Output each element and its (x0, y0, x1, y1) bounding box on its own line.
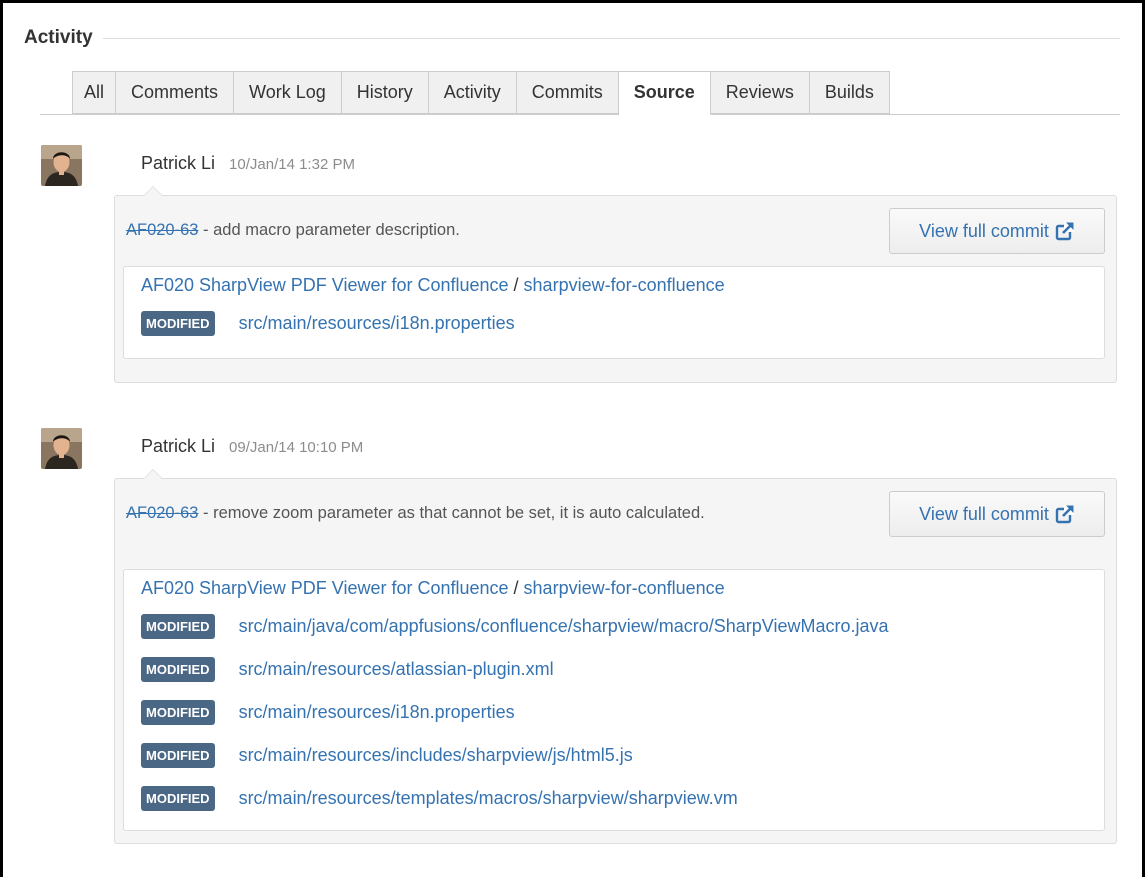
external-link-icon (1055, 222, 1074, 241)
issue-link[interactable]: AF020-63 (126, 504, 198, 522)
commit-timestamp: 10/Jan/14 1:32 PM (229, 156, 355, 173)
commit-message-text: - add macro parameter description. (198, 221, 460, 239)
commit-timestamp: 09/Jan/14 10:10 PM (229, 439, 364, 456)
repository-link[interactable]: AF020 SharpView PDF Viewer for Confluenc… (141, 275, 509, 295)
file-link[interactable]: src/main/java/com/appfusions/confluence/… (239, 616, 889, 637)
tab-reviews[interactable]: Reviews (710, 71, 810, 114)
changeset-panel: AF020 SharpView PDF Viewer for Confluenc… (123, 266, 1105, 359)
view-full-commit-button[interactable]: View full commit (889, 491, 1105, 537)
file-link[interactable]: src/main/resources/atlassian-plugin.xml (239, 659, 554, 680)
tab-history[interactable]: History (341, 71, 429, 114)
commit-message: AF020-63 - add macro parameter descripti… (126, 218, 786, 243)
repo-separator: / (508, 275, 524, 295)
changed-file-row: MODIFIED src/main/resources/i18n.propert… (141, 700, 515, 725)
section-title: Activity (24, 27, 93, 48)
repository-link[interactable]: AF020 SharpView PDF Viewer for Confluenc… (141, 578, 509, 598)
tab-work-log[interactable]: Work Log (234, 71, 342, 114)
header-divider (102, 37, 1120, 39)
modified-badge: MODIFIED (141, 614, 215, 639)
commit-box: AF020-63 - add macro parameter descripti… (114, 186, 1117, 383)
issue-link[interactable]: AF020-63 (126, 221, 198, 239)
activity-tabs: All Comments Work Log History Activity C… (40, 71, 1120, 115)
changed-file-row: MODIFIED src/main/java/com/appfusions/co… (141, 614, 889, 639)
activity-panel: Activity All Comments Work Log History A… (0, 0, 1145, 877)
branch-link[interactable]: sharpview-for-confluence (524, 275, 725, 295)
tab-builds[interactable]: Builds (809, 71, 890, 114)
tab-commits[interactable]: Commits (516, 71, 619, 114)
tab-all[interactable]: All (72, 71, 116, 114)
commit-message-text: - remove zoom parameter as that cannot b… (198, 504, 705, 522)
repo-separator: / (508, 578, 524, 598)
changeset-panel: AF020 SharpView PDF Viewer for Confluenc… (123, 569, 1105, 831)
tab-activity[interactable]: Activity (428, 71, 517, 114)
modified-badge: MODIFIED (141, 700, 215, 725)
branch-link[interactable]: sharpview-for-confluence (524, 578, 725, 598)
commit-message: AF020-63 - remove zoom parameter as that… (126, 501, 786, 526)
changed-file-row: MODIFIED src/main/resources/includes/sha… (141, 743, 633, 768)
changed-file-row: MODIFIED src/main/resources/atlassian-pl… (141, 657, 554, 682)
repo-line: AF020 SharpView PDF Viewer for Confluenc… (141, 275, 725, 296)
view-full-commit-label: View full commit (919, 220, 1049, 241)
changed-file-row: MODIFIED src/main/resources/i18n.propert… (141, 311, 515, 336)
view-full-commit-label: View full commit (919, 503, 1049, 524)
author-name[interactable]: Patrick Li (141, 436, 215, 457)
activity-header: Activity (24, 23, 1120, 53)
view-full-commit-button[interactable]: View full commit (889, 208, 1105, 254)
file-link[interactable]: src/main/resources/templates/macros/shar… (239, 788, 738, 809)
commit-box: AF020-63 - remove zoom parameter as that… (114, 469, 1117, 844)
changed-file-row: MODIFIED src/main/resources/templates/ma… (141, 786, 738, 811)
external-link-icon (1055, 505, 1074, 524)
modified-badge: MODIFIED (141, 743, 215, 768)
modified-badge: MODIFIED (141, 657, 215, 682)
author-name[interactable]: Patrick Li (141, 153, 215, 174)
tab-source[interactable]: Source (618, 71, 711, 115)
user-avatar[interactable] (41, 145, 82, 186)
file-link[interactable]: src/main/resources/i18n.properties (239, 313, 515, 334)
file-link[interactable]: src/main/resources/includes/sharpview/js… (239, 745, 633, 766)
modified-badge: MODIFIED (141, 311, 215, 336)
user-avatar[interactable] (41, 428, 82, 469)
modified-badge: MODIFIED (141, 786, 215, 811)
tab-comments[interactable]: Comments (116, 71, 235, 114)
file-link[interactable]: src/main/resources/i18n.properties (239, 702, 515, 723)
repo-line: AF020 SharpView PDF Viewer for Confluenc… (141, 578, 725, 599)
